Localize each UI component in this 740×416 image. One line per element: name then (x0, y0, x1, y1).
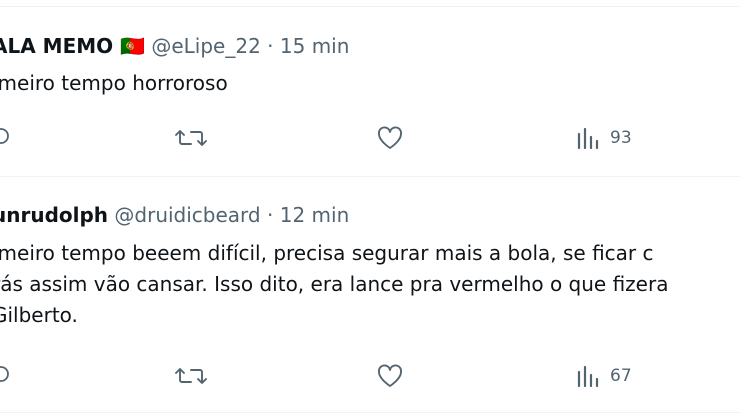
heart-icon (378, 126, 402, 149)
reply-icon (0, 366, 9, 382)
timestamp[interactable]: 12 min (280, 203, 350, 227)
heart-icon (378, 364, 402, 387)
tweet-header: unrudolph @druidicbeard · 12 min (0, 203, 349, 227)
reply-button[interactable] (0, 361, 10, 391)
retweet-icon (175, 130, 207, 146)
tweet-header: ALA MEMO 🇵🇹 @eLipe_22 · 15 min (0, 34, 349, 58)
tweet-text: imeiro tempo horroroso (0, 68, 740, 99)
separator: · (267, 203, 274, 227)
views-count: 67 (610, 366, 632, 386)
reply-button[interactable] (0, 123, 10, 153)
views-chart-icon (577, 127, 599, 149)
retweet-icon (175, 368, 207, 384)
views-chart-icon (577, 365, 599, 387)
views-button[interactable]: 93 (576, 123, 632, 153)
handle[interactable]: @eLipe_22 (151, 34, 260, 58)
tweet-actions: 93 (0, 123, 740, 153)
display-name[interactable]: unrudolph (0, 203, 108, 227)
views-button[interactable]: 67 (576, 361, 632, 391)
timestamp[interactable]: 15 min (280, 34, 350, 58)
like-button[interactable] (376, 123, 404, 153)
reply-icon (0, 128, 9, 144)
like-button[interactable] (376, 361, 404, 391)
bottom-divider (0, 412, 740, 413)
tweet-text-line: imeiro tempo horroroso (0, 71, 228, 95)
separator: · (267, 34, 274, 58)
display-name[interactable]: ALA MEMO 🇵🇹 (0, 34, 145, 58)
handle[interactable]: @druidicbeard (114, 203, 260, 227)
retweet-button[interactable] (174, 361, 208, 391)
views-count: 93 (610, 128, 632, 148)
tweet-reply-1[interactable]: ALA MEMO 🇵🇹 @eLipe_22 · 15 min imeiro te… (0, 0, 740, 176)
retweet-button[interactable] (174, 123, 208, 153)
tweet-text-line: rás assim vão cansar. Isso dito, era lan… (0, 272, 669, 296)
tweet-text-line: Gilberto. (0, 303, 78, 327)
tweet-text-line: imeiro tempo beeem difícil, precisa segu… (0, 241, 654, 265)
tweet-text: imeiro tempo beeem difícil, precisa segu… (0, 238, 740, 331)
tweet-actions: 67 (0, 361, 740, 391)
tweet-reply-2[interactable]: unrudolph @druidicbeard · 12 min imeiro … (0, 177, 740, 416)
